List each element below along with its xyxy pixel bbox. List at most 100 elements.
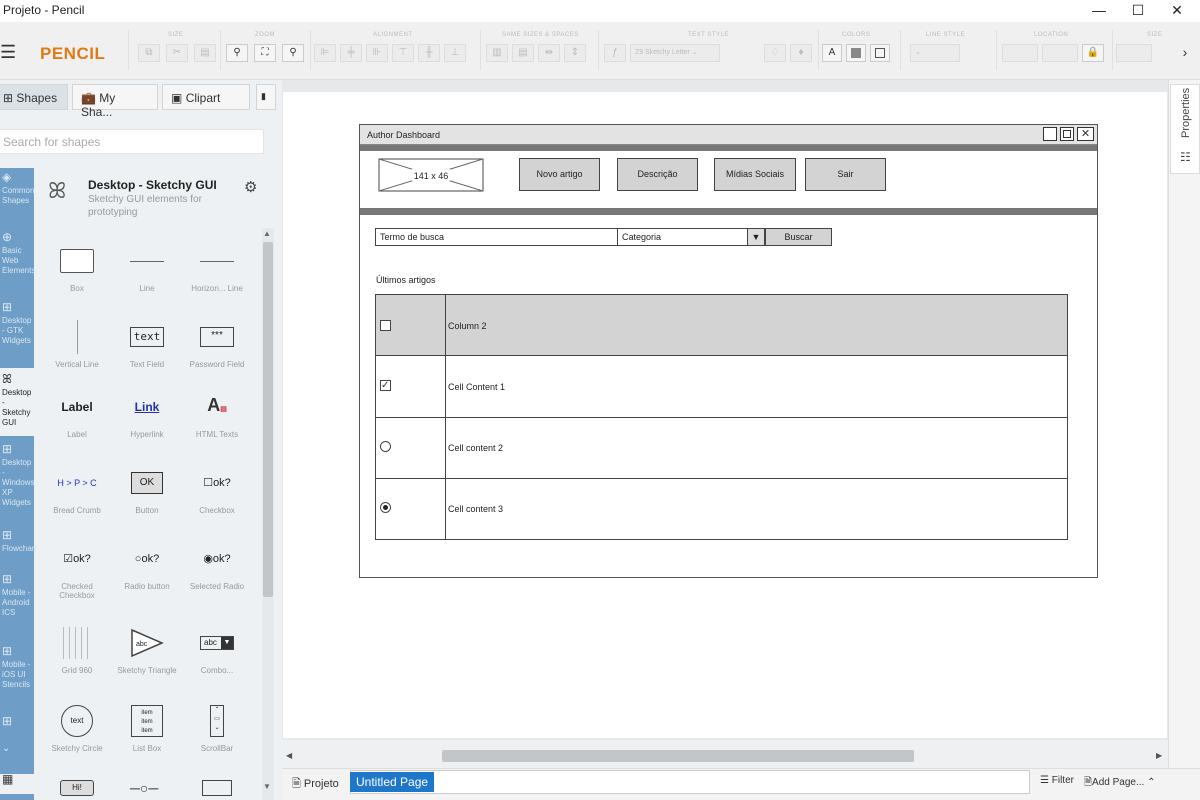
cut-icon[interactable]: ✂ xyxy=(166,44,188,62)
font-icon[interactable]: ƒ xyxy=(604,44,626,62)
text-color-button[interactable]: A xyxy=(822,44,842,62)
text-color-icon[interactable]: ♦ xyxy=(790,44,812,62)
buscar-button[interactable]: Buscar xyxy=(765,228,832,246)
space-h-icon[interactable]: ⇹ xyxy=(538,44,560,62)
shapes-scroll-thumb[interactable] xyxy=(263,242,273,597)
shape-search-input[interactable]: Search for shapes xyxy=(0,129,264,154)
space-v-icon[interactable]: ⇕ xyxy=(564,44,586,62)
grid-view-icon[interactable]: ▦ xyxy=(0,773,34,794)
align-right-icon[interactable]: ⊪ xyxy=(366,44,388,62)
copy-icon[interactable]: ⧉ xyxy=(138,44,160,62)
shape-horizontal-line[interactable]: Horizon... Line xyxy=(186,238,248,293)
descricao-button[interactable]: Descrição xyxy=(617,158,698,191)
align-bottom-icon[interactable]: ⊥ xyxy=(444,44,466,62)
shape-bread-crumb[interactable]: H > P > C Bread Crumb xyxy=(46,460,108,515)
scroll-right-icon[interactable]: ▶ xyxy=(1156,751,1162,760)
align-left-icon[interactable]: ⊫ xyxy=(314,44,336,62)
shape-sketchy-circle[interactable]: text Sketchy Circle xyxy=(46,698,108,753)
align-center-icon[interactable]: ╪ xyxy=(340,44,362,62)
novo-artigo-button[interactable]: Novo artigo xyxy=(519,158,600,191)
toolbar-more-icon[interactable]: › xyxy=(1174,44,1196,62)
pin-icon[interactable]: ▮ xyxy=(256,84,276,110)
paste-icon[interactable]: ▤ xyxy=(194,44,216,62)
close-button[interactable]: ✕ xyxy=(1154,0,1200,22)
scroll-up-icon[interactable]: ▲ xyxy=(263,229,271,238)
lock-icon[interactable]: 🔒 xyxy=(1082,44,1104,62)
size-w-input[interactable] xyxy=(1116,44,1152,62)
canvas-scroll-thumb[interactable] xyxy=(442,750,914,762)
shape-label[interactable]: Label Label xyxy=(46,384,108,440)
shape-text-field[interactable]: text Text Field xyxy=(116,314,178,369)
shape-slider[interactable]: ─○─ xyxy=(130,780,158,796)
shape-sketchy-triangle[interactable]: abc Sketchy Triangle xyxy=(116,620,178,675)
shape-selected-radio[interactable]: ◉ok? Selected Radio xyxy=(186,536,248,591)
shape-label-text: Label xyxy=(67,430,87,439)
category-basic-web[interactable]: ⊕ Basic Web Elements xyxy=(0,231,35,292)
chevron-down-icon[interactable]: ⌄ xyxy=(0,744,34,760)
shape-password-field[interactable]: *** Password Field xyxy=(186,314,248,369)
project-button[interactable]: 🗎 Projeto xyxy=(292,775,339,794)
midias-sociais-button[interactable]: Mídias Sociais xyxy=(714,158,796,191)
shape-grid-960[interactable]: Grid 960 xyxy=(46,620,108,675)
tab-shapes[interactable]: ⊞ Shapes xyxy=(0,84,68,110)
fill-color-icon[interactable] xyxy=(846,44,866,62)
category-select[interactable]: Categoria xyxy=(617,228,765,246)
password-field-icon: *** xyxy=(200,327,234,347)
location-y-input[interactable] xyxy=(1042,44,1078,62)
filter-button[interactable]: ☰ Filter xyxy=(1040,775,1074,786)
scroll-down-icon[interactable]: ▼ xyxy=(263,782,271,791)
shape-scrollbar[interactable]: ⌃ ▭ ⌄ ScrollBar xyxy=(186,698,248,753)
category-more[interactable]: ⊞ xyxy=(0,715,34,736)
zoom-in-icon[interactable]: ⚲ xyxy=(282,44,304,62)
shape-combo[interactable]: abc ▼ Combo... xyxy=(186,620,248,675)
row-radio[interactable] xyxy=(380,441,391,452)
shape-image[interactable] xyxy=(202,780,232,796)
shape-radio-button[interactable]: ○ok? Radio button xyxy=(116,536,178,591)
zoom-out-icon[interactable]: ⚲ xyxy=(226,44,248,62)
row-checkbox-checked[interactable]: ✓ xyxy=(380,380,391,391)
align-top-icon[interactable]: ⊤ xyxy=(392,44,414,62)
shape-list-box[interactable]: item item item List Box xyxy=(116,698,178,753)
same-width-icon[interactable]: ▥ xyxy=(486,44,508,62)
same-height-icon[interactable]: ▤ xyxy=(512,44,534,62)
category-android[interactable]: ⊞ Mobile - Android ICS xyxy=(0,573,34,636)
shape-hi-button[interactable]: Hi! xyxy=(60,780,94,796)
stroke-color-icon[interactable] xyxy=(870,44,890,62)
shape-line[interactable]: Line xyxy=(116,238,178,293)
category-common-shapes[interactable]: ◈ Common Shapes xyxy=(0,171,34,222)
bold-icon[interactable]: ♢ xyxy=(764,44,786,62)
category-dropdown-icon[interactable]: ▼ xyxy=(747,228,765,246)
shape-hyperlink[interactable]: Link Hyperlink xyxy=(116,384,178,440)
tab-untitled-page[interactable]: Untitled Page xyxy=(350,772,435,792)
zoom-fit-icon[interactable]: ⛶ xyxy=(254,44,276,62)
category-sketchy-gui[interactable]: ꕤ Desktop - Sketchy GUI xyxy=(0,368,34,436)
sair-button[interactable]: Sair xyxy=(805,158,886,191)
font-select[interactable]: Z9 Sketchy Letter ⌄ xyxy=(630,44,720,62)
scroll-left-icon[interactable]: ◀ xyxy=(286,751,292,760)
shape-button[interactable]: OK Button xyxy=(116,460,178,515)
hamburger-icon[interactable]: ☰ xyxy=(0,42,16,63)
shape-checked-checkbox[interactable]: ☑ok? Checked Checkbox xyxy=(46,536,108,600)
mockup-maximize-icon[interactable] xyxy=(1060,127,1074,141)
align-middle-icon[interactable]: ╫ xyxy=(418,44,440,62)
mockup-close-icon[interactable]: ✕ xyxy=(1077,127,1094,141)
shape-checkbox[interactable]: ☐ok? Checkbox xyxy=(186,460,248,515)
category-flowchart[interactable]: ⊞ Flowchart xyxy=(0,529,37,570)
mockup-minimize-icon[interactable]: _ xyxy=(1043,127,1057,141)
row-radio-selected[interactable] xyxy=(380,502,391,513)
tab-clipart[interactable]: ▣ Clipart xyxy=(162,84,250,110)
add-page-button[interactable]: 🗎Add Page... ⌃ xyxy=(1084,775,1155,792)
line-style-select[interactable]: ⌄ xyxy=(910,44,960,62)
header-checkbox[interactable] xyxy=(380,320,391,331)
tab-my-shapes[interactable]: 💼 My Sha... xyxy=(72,84,158,119)
shape-vertical-line[interactable]: Vertical Line xyxy=(46,314,108,369)
search-term-input[interactable]: Termo de busca xyxy=(375,228,618,246)
shape-html-texts[interactable]: A▤ HTML Texts xyxy=(186,384,248,440)
shape-box[interactable]: Box xyxy=(46,238,108,293)
gear-icon[interactable]: ⚙ xyxy=(244,178,257,196)
image-placeholder[interactable]: 141 x 46 xyxy=(378,158,484,192)
location-x-input[interactable] xyxy=(1002,44,1038,62)
category-ios[interactable]: ⊞ Mobile - iOS UI Stencils xyxy=(0,645,34,710)
category-gtk[interactable]: ⊞ Desktop - GTK Widgets xyxy=(0,301,34,364)
category-windows-xp[interactable]: ⊞ Desktop - Windows XP Widgets xyxy=(0,443,34,516)
